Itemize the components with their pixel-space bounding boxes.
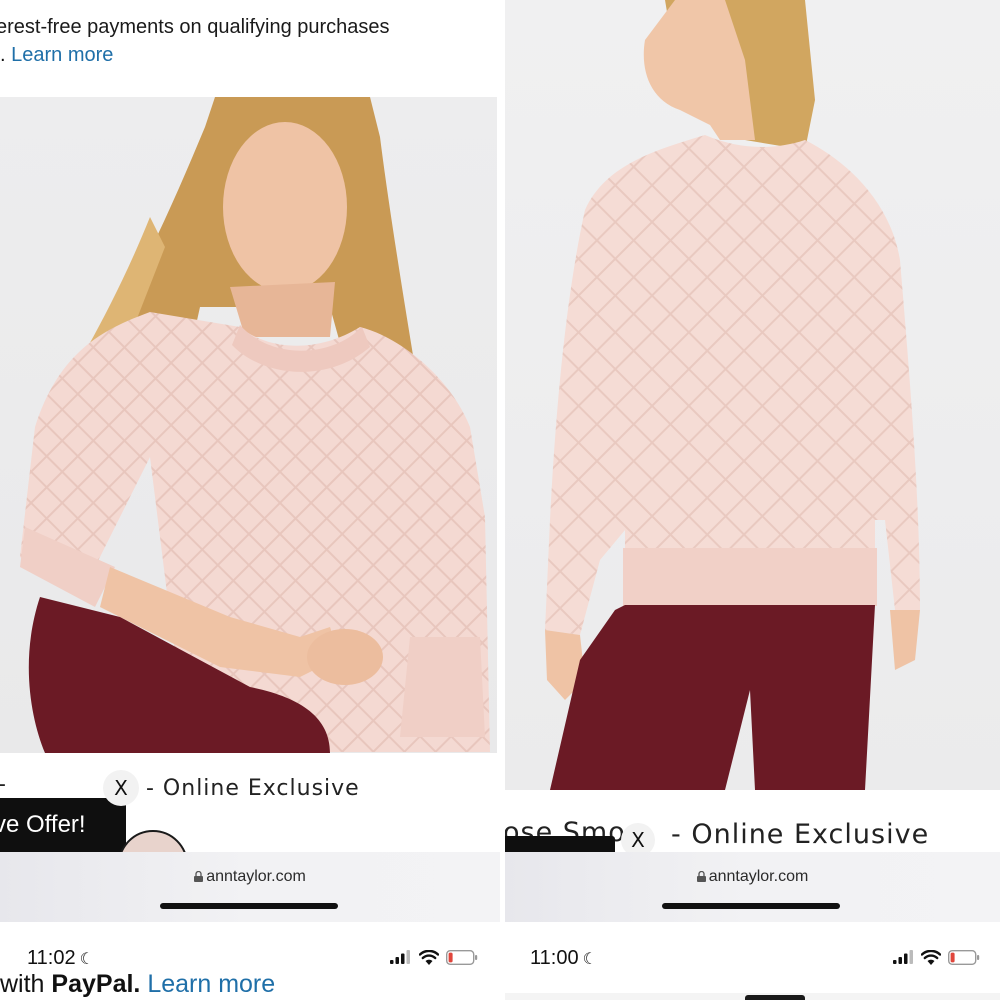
product-title-fragment: - bbox=[0, 772, 6, 797]
home-indicator[interactable] bbox=[160, 903, 338, 909]
product-title[interactable]: - Online Exclusive bbox=[146, 776, 360, 801]
moon-icon: ☾ bbox=[582, 951, 597, 968]
paypal-promo-cutoff: with PayPal. Learn more bbox=[0, 970, 276, 998]
status-bar: 11:00 ☾ bbox=[505, 922, 1000, 992]
browser-address-bar[interactable]: anntaylor.com bbox=[0, 852, 500, 922]
save-offer-button[interactable]: ve Offer! bbox=[0, 798, 126, 852]
screenshot-right: ose Smo - Online Exclusive X anntaylor.c… bbox=[505, 0, 1000, 1000]
screenshot-left: erest-free payments on qualifying purcha… bbox=[0, 0, 500, 1000]
product-title[interactable]: - Online Exclusive bbox=[671, 819, 929, 850]
lock-icon bbox=[194, 871, 204, 882]
moon-icon: ☾ bbox=[79, 951, 94, 968]
next-content-edge bbox=[505, 993, 1000, 1000]
browser-address-bar[interactable]: anntaylor.com bbox=[505, 852, 1000, 922]
lock-icon bbox=[696, 871, 706, 882]
product-image-back[interactable] bbox=[505, 0, 1000, 790]
wifi-icon bbox=[419, 950, 439, 965]
battery-icon bbox=[446, 950, 478, 965]
url-text: anntaylor.com bbox=[206, 868, 306, 885]
paypal-learn-more-link[interactable]: Learn more bbox=[147, 970, 275, 998]
learn-more-link[interactable]: Learn more bbox=[11, 44, 113, 66]
clock: 11:00 bbox=[530, 947, 579, 969]
home-indicator[interactable] bbox=[662, 903, 840, 909]
url-text: anntaylor.com bbox=[708, 868, 809, 885]
signal-icon bbox=[893, 950, 913, 964]
product-image-front[interactable] bbox=[0, 97, 497, 753]
wifi-icon bbox=[921, 950, 941, 965]
signal-icon bbox=[390, 950, 410, 964]
close-icon[interactable]: X bbox=[103, 770, 139, 806]
promo-text-end: . bbox=[0, 44, 6, 66]
promo-text: erest-free payments on qualifying purcha… bbox=[0, 16, 390, 38]
clock: 11:02 bbox=[27, 947, 76, 969]
save-offer-label: ve Offer! bbox=[0, 811, 86, 838]
battery-icon bbox=[948, 950, 980, 965]
